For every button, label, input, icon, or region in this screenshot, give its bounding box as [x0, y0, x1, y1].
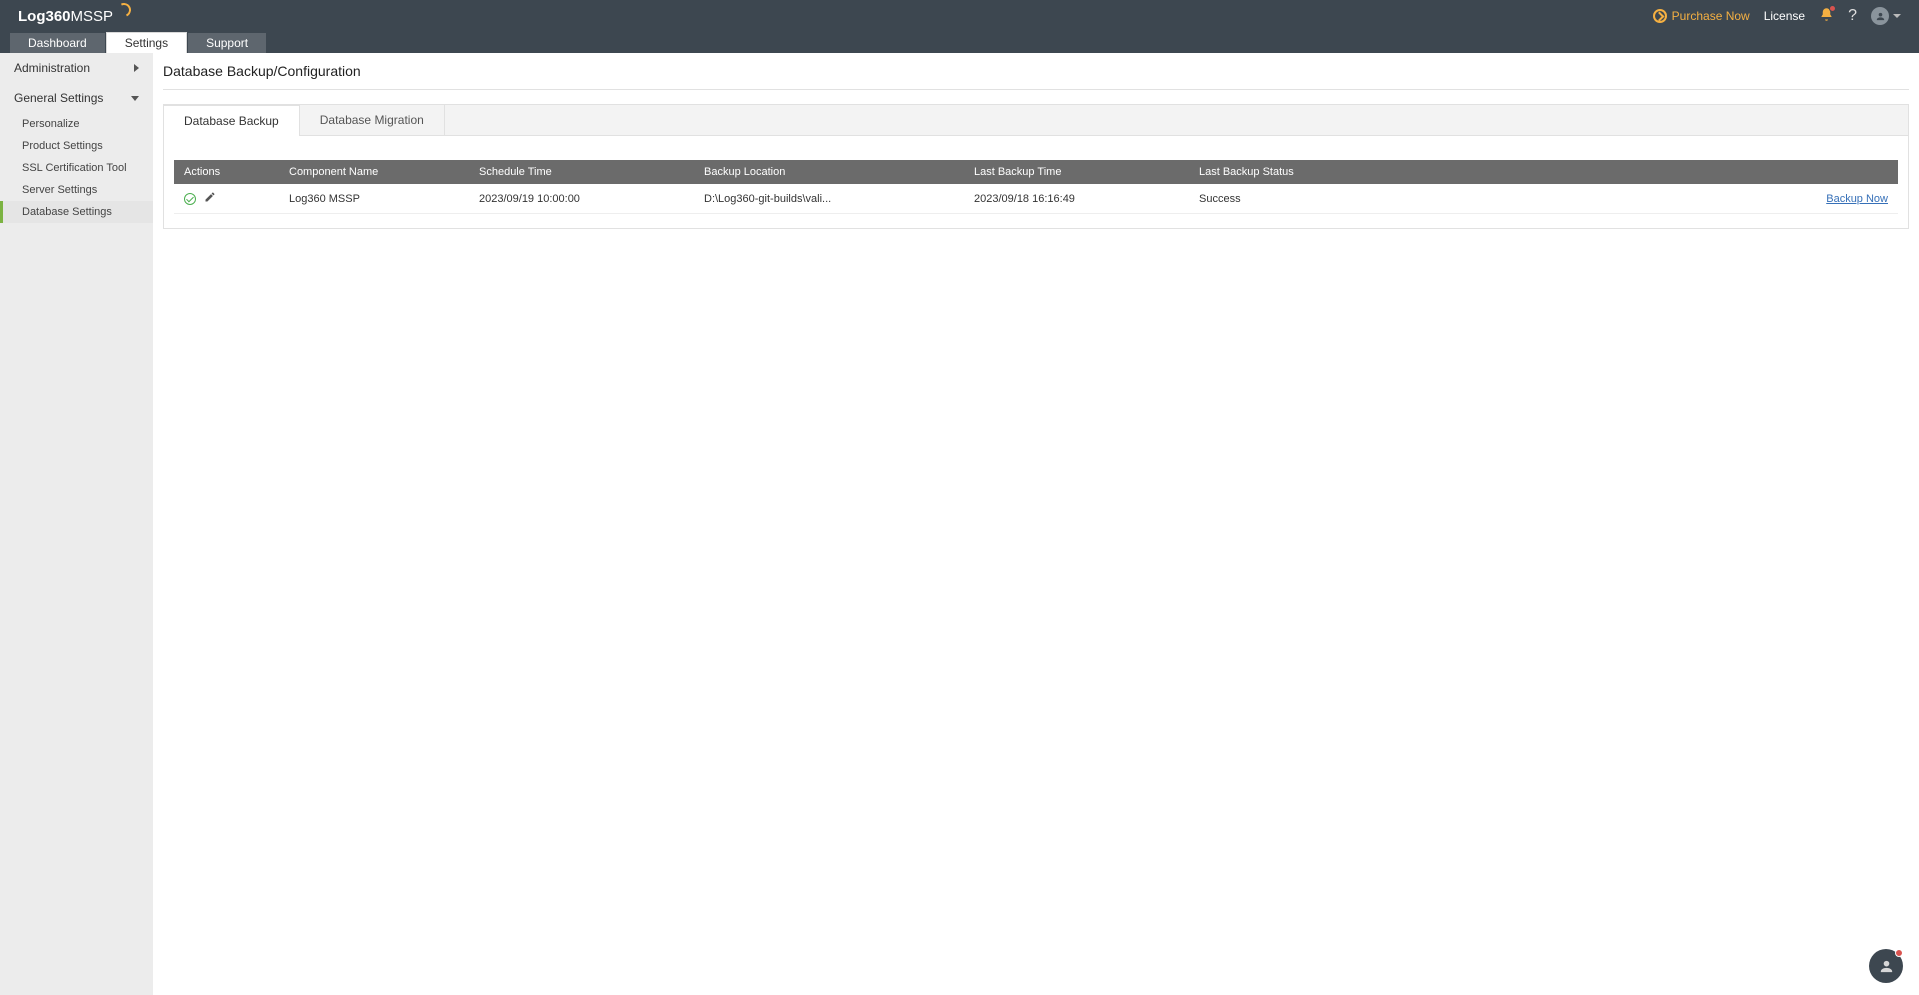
sidebar-section-general-settings[interactable]: General Settings [0, 83, 153, 113]
sidebar-section-administration[interactable]: Administration [0, 53, 153, 83]
backup-table: Actions Component Name Schedule Time Bac… [174, 160, 1898, 214]
table-row: Log360 MSSP 2023/09/19 10:00:00 D:\Log36… [174, 184, 1898, 214]
col-component: Component Name [279, 160, 469, 184]
help-button[interactable]: ? [1848, 7, 1857, 25]
user-icon [1871, 7, 1889, 25]
tab-dashboard[interactable]: Dashboard [9, 32, 106, 53]
sidebar-item-product-settings[interactable]: Product Settings [0, 135, 153, 157]
col-action-link [1808, 160, 1898, 184]
notifications-button[interactable] [1819, 7, 1834, 25]
table-header-row: Actions Component Name Schedule Time Bac… [174, 160, 1898, 184]
help-icon: ? [1848, 7, 1857, 25]
subtab-database-migration[interactable]: Database Migration [300, 105, 445, 135]
sidebar: Administration General Settings Personal… [0, 53, 153, 995]
chat-fab[interactable] [1869, 949, 1903, 983]
subtabs: Database Backup Database Migration [164, 105, 1908, 136]
subtab-database-backup[interactable]: Database Backup [164, 105, 300, 136]
tab-settings[interactable]: Settings [106, 32, 187, 53]
cell-location: D:\Log360-git-builds\vali... [694, 184, 964, 214]
notification-dot-icon [1829, 5, 1836, 12]
cell-last-time: 2023/09/18 16:16:49 [964, 184, 1189, 214]
chevron-right-icon [134, 64, 139, 72]
content-card: Database Backup Database Migration Actio… [163, 104, 1909, 229]
brand-logo: Log360 MSSP [18, 8, 131, 25]
main-content: Database Backup/Configuration Database B… [153, 53, 1919, 995]
cell-component: Log360 MSSP [279, 184, 469, 214]
sidebar-item-personalize[interactable]: Personalize [0, 113, 153, 135]
cell-status: Success [1189, 184, 1808, 214]
license-link[interactable]: License [1764, 9, 1805, 23]
backup-now-link[interactable]: Backup Now [1826, 193, 1888, 205]
chat-icon [1878, 958, 1895, 975]
logo-arc-icon [115, 1, 133, 19]
sidebar-item-server-settings[interactable]: Server Settings [0, 179, 153, 201]
cell-schedule: 2023/09/19 10:00:00 [469, 184, 694, 214]
status-ok-icon [184, 193, 196, 205]
tab-support[interactable]: Support [187, 32, 267, 53]
user-menu[interactable] [1871, 7, 1901, 25]
sidebar-item-ssl-certification-tool[interactable]: SSL Certification Tool [0, 157, 153, 179]
chat-dot-icon [1895, 949, 1903, 957]
col-location: Backup Location [694, 160, 964, 184]
col-status: Last Backup Status [1189, 160, 1808, 184]
purchase-now-link[interactable]: Purchase Now [1653, 9, 1750, 23]
col-actions: Actions [174, 160, 279, 184]
sidebar-item-database-settings[interactable]: Database Settings [0, 201, 153, 223]
chevron-down-icon [131, 96, 139, 101]
page-title: Database Backup/Configuration [163, 53, 1909, 90]
col-last-time: Last Backup Time [964, 160, 1189, 184]
cart-icon [1653, 9, 1667, 23]
col-schedule: Schedule Time [469, 160, 694, 184]
chevron-down-icon [1893, 14, 1901, 18]
edit-button[interactable] [204, 191, 216, 206]
main-tabs: Dashboard Settings Support [0, 32, 1919, 53]
topbar: Log360 MSSP Purchase Now License ? [0, 0, 1919, 32]
